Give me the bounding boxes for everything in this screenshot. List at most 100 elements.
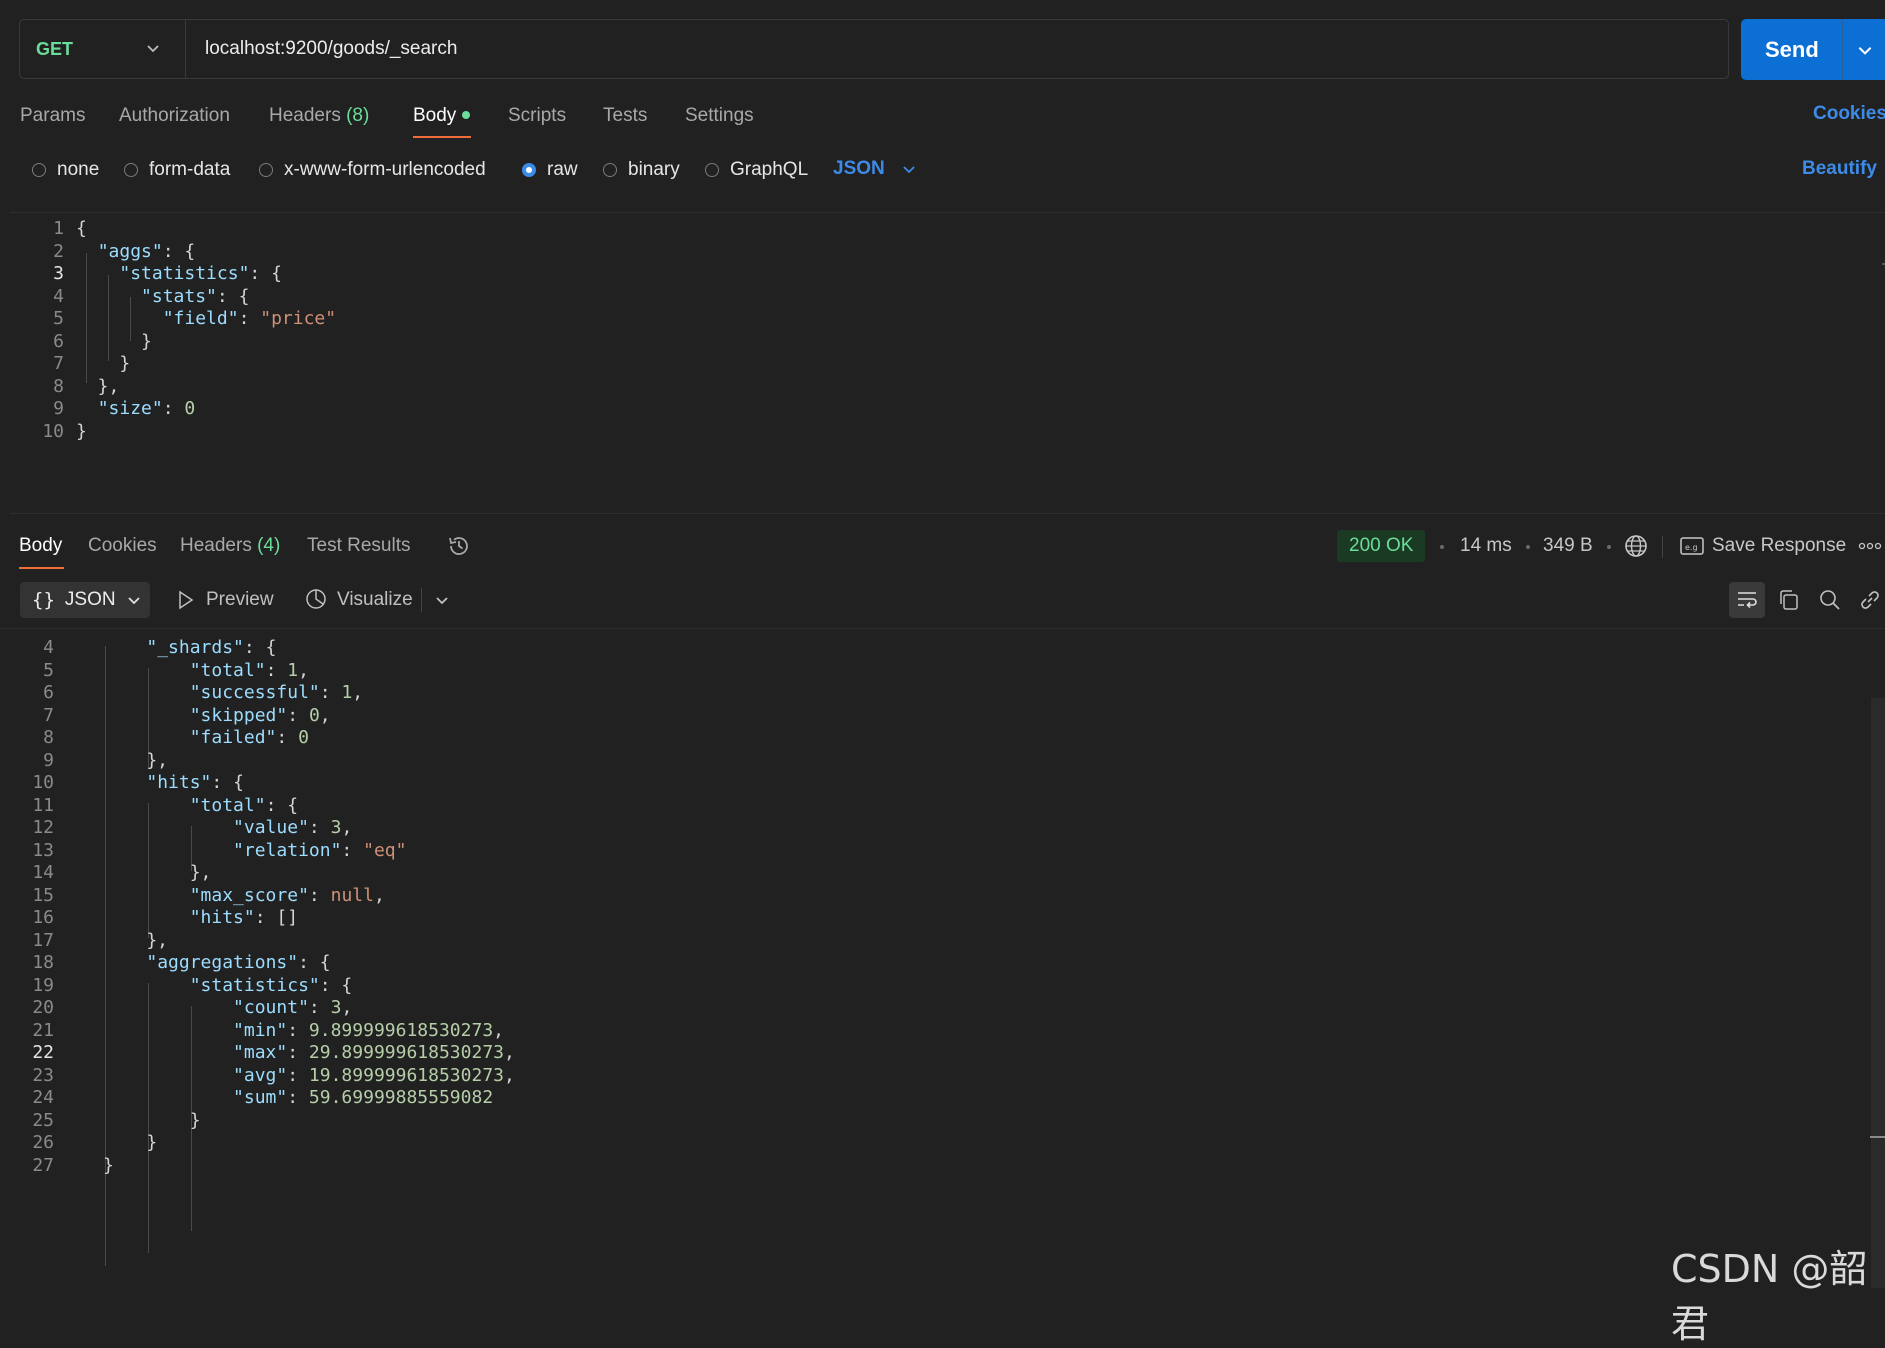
tab-settings[interactable]: Settings bbox=[685, 103, 754, 129]
response-format-select[interactable]: {} JSON bbox=[20, 582, 150, 618]
code-token: } bbox=[103, 1109, 201, 1131]
radio-raw[interactable]: raw bbox=[522, 158, 578, 182]
code-token: 1 bbox=[287, 659, 299, 681]
code-token: "_shards" bbox=[146, 637, 244, 658]
response-tab-headers[interactable]: Headers (4) bbox=[180, 533, 280, 559]
send-button[interactable]: Send bbox=[1741, 19, 1885, 80]
search-icon[interactable] bbox=[1818, 588, 1842, 612]
radio-none-label: none bbox=[57, 159, 100, 180]
svg-text:e.g: e.g bbox=[1685, 543, 1698, 552]
radio-icon bbox=[259, 163, 273, 177]
preview-button[interactable]: Preview bbox=[206, 587, 274, 613]
response-tab-body[interactable]: Body bbox=[19, 533, 62, 559]
tab-body[interactable]: Body bbox=[413, 103, 471, 129]
code-token: "aggregations" bbox=[146, 952, 299, 973]
tab-authorization[interactable]: Authorization bbox=[119, 103, 230, 129]
wrap-icon bbox=[1738, 592, 1757, 609]
language-select[interactable]: JSON bbox=[833, 158, 917, 180]
save-response-button[interactable]: Save Response bbox=[1712, 533, 1846, 559]
method-select[interactable]: GET bbox=[20, 20, 186, 78]
code-token: 3 bbox=[330, 997, 342, 1018]
code-token: : [] bbox=[254, 907, 299, 928]
tab-tests[interactable]: Tests bbox=[603, 103, 647, 129]
code-token: } bbox=[76, 330, 152, 352]
code-token: 29.899999618530273 bbox=[308, 1042, 504, 1063]
radio-urlencoded[interactable]: x-www-form-urlencoded bbox=[259, 158, 486, 182]
active-tab-indicator bbox=[413, 136, 471, 138]
visualize-button[interactable]: Visualize bbox=[337, 587, 413, 613]
code-token: : { bbox=[265, 794, 299, 816]
scrollbar-track[interactable] bbox=[1871, 698, 1885, 1288]
request-body-editor[interactable]: 1{2 "aggs": {3 "statistics": {4 "stats":… bbox=[10, 212, 1885, 514]
code-token: "hits" bbox=[146, 772, 212, 793]
code-text: "size": 0 bbox=[76, 395, 196, 422]
response-time[interactable]: 14 ms bbox=[1460, 533, 1512, 559]
radio-checked-icon bbox=[522, 163, 536, 177]
code-token: "statistics" bbox=[119, 263, 250, 284]
code-token: "failed" bbox=[189, 727, 277, 748]
cookies-link[interactable]: Cookies bbox=[1813, 103, 1885, 125]
radio-none[interactable]: none bbox=[32, 158, 99, 182]
wrap-lines-button[interactable] bbox=[1729, 582, 1765, 618]
tab-headers-label: Headers bbox=[269, 105, 341, 126]
radio-graphql[interactable]: GraphQL bbox=[705, 158, 808, 182]
response-headers-count: (4) bbox=[257, 535, 281, 556]
visualize-icon bbox=[306, 589, 326, 609]
link-icon[interactable] bbox=[1858, 588, 1882, 612]
play-icon bbox=[179, 590, 194, 610]
divider bbox=[1662, 536, 1663, 558]
more-icon[interactable] bbox=[1858, 541, 1882, 551]
tab-params[interactable]: Params bbox=[20, 103, 85, 129]
code-token: } bbox=[103, 1132, 158, 1153]
scrollbar-marker bbox=[1870, 1136, 1885, 1138]
code-token: : bbox=[276, 727, 299, 748]
chevron-down-icon[interactable] bbox=[434, 592, 450, 608]
code-token: } bbox=[103, 1154, 114, 1176]
status-badge[interactable]: 200 OK bbox=[1337, 530, 1426, 562]
code-text: } bbox=[76, 418, 87, 445]
code-token: , bbox=[319, 704, 331, 726]
chevron-down-icon bbox=[903, 166, 915, 174]
code-token: } bbox=[76, 420, 87, 442]
response-body-viewer[interactable]: 4 "_shards": {5 "total": 1, 6 "successful… bbox=[0, 628, 1885, 1295]
code-token: : bbox=[287, 1087, 309, 1108]
radio-form-data[interactable]: form-data bbox=[124, 158, 230, 182]
response-size[interactable]: 349 B bbox=[1543, 533, 1593, 559]
code-token: , bbox=[493, 1019, 504, 1041]
code-token: "total" bbox=[189, 794, 266, 816]
chevron-down-icon[interactable] bbox=[1856, 41, 1874, 59]
code-token: "total" bbox=[189, 659, 266, 681]
code-token: 59.69999885559082 bbox=[308, 1087, 494, 1108]
beautify-button[interactable]: Beautify bbox=[1802, 158, 1877, 180]
url-input[interactable]: localhost:9200/goods/_search bbox=[205, 20, 457, 78]
code-token: : bbox=[287, 1064, 309, 1086]
code-text: } bbox=[103, 1152, 114, 1179]
code-token: }, bbox=[103, 929, 169, 951]
code-token: 0 bbox=[308, 704, 320, 726]
code-token: }, bbox=[76, 375, 120, 397]
code-token: 9.899999618530273 bbox=[308, 1019, 494, 1041]
radio-form-data-label: form-data bbox=[149, 159, 231, 180]
separator-dot bbox=[1440, 545, 1444, 549]
response-tab-cookies[interactable]: Cookies bbox=[88, 533, 157, 559]
copy-icon[interactable] bbox=[1777, 588, 1801, 612]
code-token: : { bbox=[211, 772, 244, 793]
response-tab-test-results[interactable]: Test Results bbox=[307, 533, 410, 559]
tab-scripts[interactable]: Scripts bbox=[508, 103, 566, 129]
tab-headers[interactable]: Headers (8) bbox=[269, 103, 369, 129]
code-token: : bbox=[287, 1019, 309, 1041]
history-icon[interactable] bbox=[446, 533, 472, 559]
code-token: : bbox=[319, 682, 342, 703]
radio-binary-label: binary bbox=[628, 159, 680, 180]
radio-binary[interactable]: binary bbox=[603, 158, 680, 182]
globe-icon[interactable] bbox=[1623, 533, 1649, 559]
